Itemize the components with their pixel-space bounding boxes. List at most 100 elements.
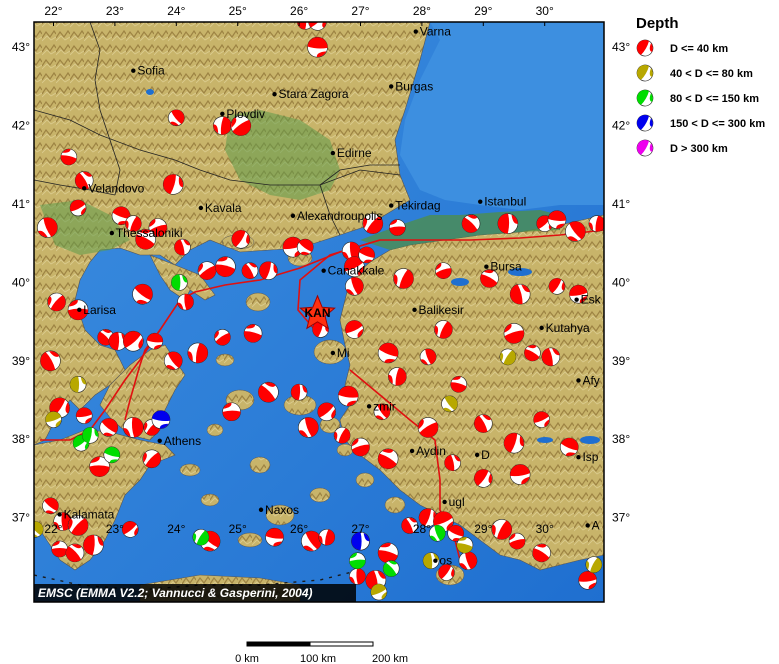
city-label: Sofia xyxy=(137,64,165,78)
city-label: os xyxy=(439,554,452,568)
city-marker xyxy=(576,378,581,383)
city-marker xyxy=(131,68,136,73)
lat-tick-right: 43° xyxy=(612,40,630,54)
city-marker xyxy=(576,455,581,460)
lon-tick-inner: 22° xyxy=(44,522,62,536)
lat-tick-right: 40° xyxy=(612,275,630,289)
lat-tick-left: 43° xyxy=(12,40,30,54)
city-label: Athens xyxy=(164,434,201,448)
city-marker xyxy=(157,438,162,443)
city-label: Burgas xyxy=(395,79,433,93)
city-marker xyxy=(366,404,372,409)
city-label: Esk xyxy=(581,293,602,307)
lat-tick-left: 42° xyxy=(12,119,30,133)
lon-tick-top: 26° xyxy=(290,4,308,18)
city-label: Balikesir xyxy=(419,303,464,317)
city-label: Istanbul xyxy=(484,195,526,209)
lon-tick-inner: 28° xyxy=(413,522,431,536)
city-label: Varna xyxy=(420,25,451,39)
lat-tick-left: 40° xyxy=(12,275,30,289)
lat-tick-right: 39° xyxy=(612,354,630,368)
city-marker xyxy=(585,523,590,528)
legend-symbol[interactable] xyxy=(634,87,656,109)
lon-tick-top: 24° xyxy=(167,4,185,18)
city-marker xyxy=(442,499,447,505)
city-label: Kavala xyxy=(205,201,242,215)
lat-tick-right: 42° xyxy=(612,119,630,133)
lat-tick-left: 39° xyxy=(12,354,30,368)
scale-label-200: 200 km xyxy=(372,653,408,664)
city-marker xyxy=(389,203,394,208)
city-label: Edirne xyxy=(337,146,372,160)
mechanism-intermediate[interactable] xyxy=(69,376,87,393)
lon-tick-top: 25° xyxy=(229,4,247,18)
city-marker xyxy=(321,268,326,273)
city-marker xyxy=(484,264,489,269)
city-label: D xyxy=(481,448,490,462)
city-marker xyxy=(272,92,277,97)
scale-label-0: 0 km xyxy=(235,653,259,664)
city-marker xyxy=(198,205,204,211)
city-label: Isp xyxy=(582,450,598,464)
seismicity-map: Varna Sofia Stara Zagora Burgas Plovdiv Edirn… xyxy=(12,4,765,664)
city-marker xyxy=(539,325,544,331)
lon-tick-top: 30° xyxy=(536,4,554,18)
lon-tick-top: 27° xyxy=(351,4,369,18)
city-marker xyxy=(478,199,483,204)
depth-legend: Depth D <= 40 km 40 < D <= 80 km 80 < D <=… xyxy=(634,15,765,159)
legend-item-label: 150 < D <= 300 km xyxy=(670,118,765,130)
lon-tick-top: 29° xyxy=(474,4,492,18)
lon-tick-inner: 26° xyxy=(290,522,308,536)
epicenter-label: KAN xyxy=(305,306,331,320)
lat-tick-right: 41° xyxy=(612,197,630,211)
lat-tick-left: 38° xyxy=(12,432,30,446)
lat-tick-left: 37° xyxy=(12,511,30,525)
city-label: Canakkale xyxy=(328,264,385,278)
city-label: Aydin xyxy=(416,444,446,458)
legend-title: Depth xyxy=(636,15,679,32)
credit-text: EMSC (EMMA V2.2; Vannucci & Gasperini, 2… xyxy=(38,586,313,600)
legend-item-label: D > 300 km xyxy=(670,143,728,155)
city-label: Stara Zagora xyxy=(279,87,349,101)
legend-item-label: 80 < D <= 150 km xyxy=(670,93,759,105)
mechanism-deep[interactable] xyxy=(171,274,188,291)
lat-tick-left: 41° xyxy=(12,197,30,211)
lon-tick-top: 23° xyxy=(106,4,124,18)
legend-symbol[interactable] xyxy=(634,112,656,134)
city-label: Mi xyxy=(337,346,350,360)
city-label: Plovdiv xyxy=(226,107,265,121)
mechanism-shallow[interactable] xyxy=(497,213,519,234)
city-label: Kutahya xyxy=(546,321,590,335)
city-marker xyxy=(330,350,336,356)
legend-symbol[interactable] xyxy=(634,62,656,84)
lon-tick-inner: 24° xyxy=(167,522,185,536)
legend-item-label: 40 < D <= 80 km xyxy=(670,68,753,80)
city-marker xyxy=(330,150,336,156)
mechanism-shallow[interactable] xyxy=(222,402,241,422)
map-canvas: Varna Sofia Stara Zagora Burgas Plovdiv Edirn… xyxy=(34,22,604,602)
lon-tick-inner: 23° xyxy=(106,522,124,536)
lon-tick-inner: 29° xyxy=(474,522,492,536)
city-marker xyxy=(220,111,225,117)
lat-tick-right: 38° xyxy=(612,432,630,446)
lat-tick-right: 37° xyxy=(612,511,630,525)
city-marker xyxy=(574,297,579,302)
city-marker xyxy=(77,307,82,313)
city-label: zmir xyxy=(373,399,396,413)
legend-symbol[interactable] xyxy=(634,137,656,159)
city-marker xyxy=(290,213,296,218)
scale-bar: 0 km 100 km 200 km xyxy=(235,641,408,664)
city-marker xyxy=(413,29,418,34)
lon-tick-inner: 27° xyxy=(351,522,369,536)
mechanism-shallow[interactable] xyxy=(51,540,68,558)
city-label: Kalamata xyxy=(64,507,115,521)
city-label: A xyxy=(592,518,600,532)
legend-symbol[interactable] xyxy=(634,37,656,59)
legend-item-label: D <= 40 km xyxy=(670,43,728,55)
city-marker xyxy=(474,452,480,458)
city-marker xyxy=(258,507,264,512)
city-label: Bursa xyxy=(490,260,522,274)
city-marker xyxy=(57,512,62,517)
city-label: Tekirdag xyxy=(395,199,440,213)
city-marker xyxy=(433,558,438,563)
